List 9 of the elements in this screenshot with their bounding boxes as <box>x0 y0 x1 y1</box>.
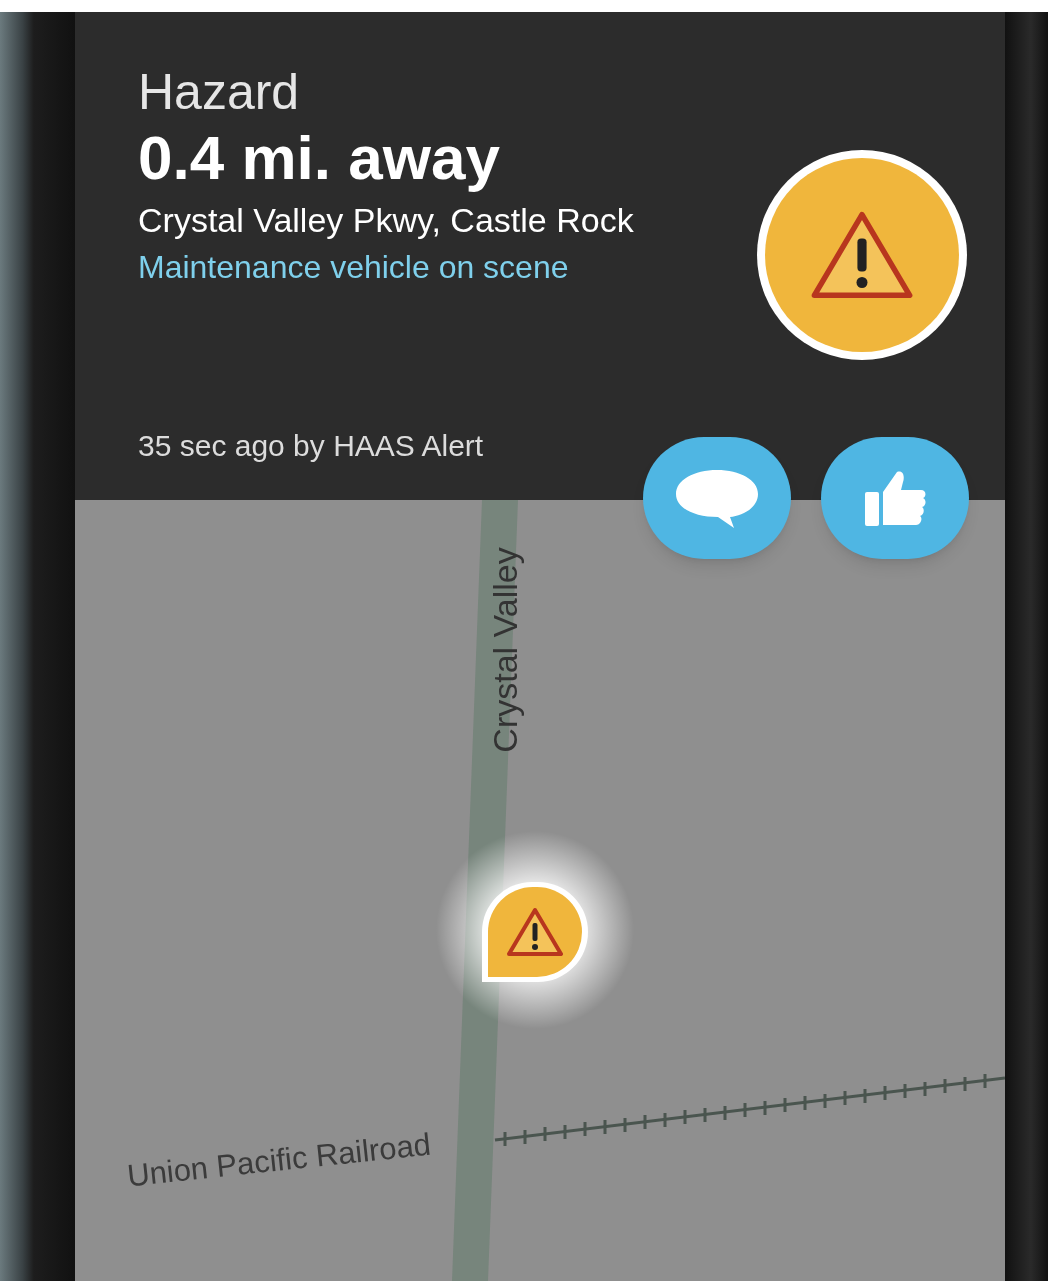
road-label: Union Pacific Railroad <box>125 1128 433 1192</box>
alert-type: Hazard <box>138 63 301 122</box>
hazard-pin[interactable] <box>482 882 588 982</box>
road-label: Crystal Valley <box>488 547 522 753</box>
alert-distance: 0.4 mi. away <box>138 122 501 194</box>
alert-location: Crystal Valley Pkwy, Castle Rock <box>138 200 635 241</box>
alert-description: Maintenance vehicle on scene <box>138 248 570 287</box>
warning-icon <box>505 906 565 958</box>
alert-source: 35 sec ago by HAAS Alert <box>138 428 485 464</box>
